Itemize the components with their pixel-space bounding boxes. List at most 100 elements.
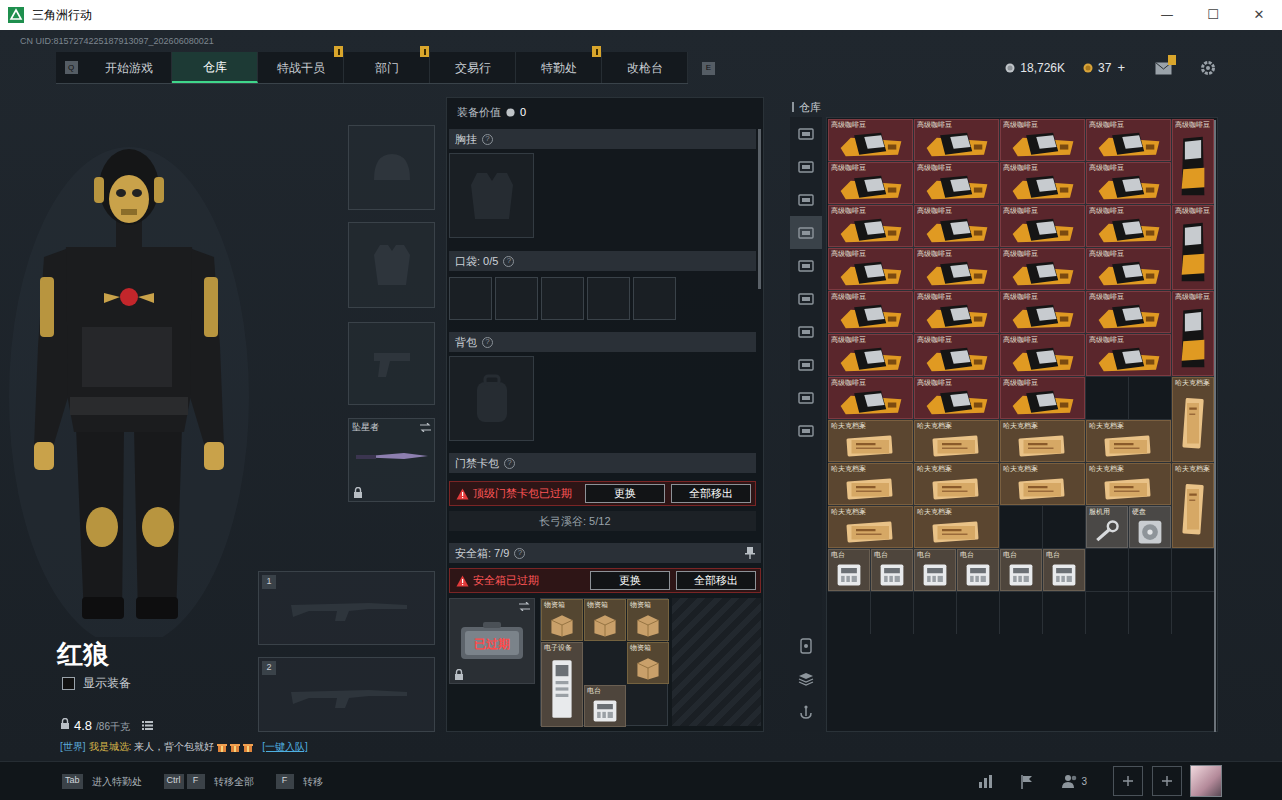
inventory-item[interactable]: 哈夫克档案 [1000,463,1085,505]
inventory-item[interactable]: 高级咖啡豆 [828,377,913,419]
window-control-button[interactable]: — [1144,0,1190,30]
invite-slot[interactable] [1113,766,1143,796]
help-button[interactable]: ? [482,337,493,348]
show-equipment-checkbox[interactable] [62,677,75,690]
inventory-item[interactable]: 高级咖啡豆 [914,205,999,247]
friends-button[interactable]: 3 [1062,774,1087,789]
inventory-item[interactable]: 电台 [871,549,913,591]
inventory-item[interactable]: 哈夫克档案 [914,420,999,462]
safe-case[interactable]: 已过期 [449,598,535,684]
inventory-item[interactable]: 物资箱 [627,599,669,641]
chest-rig-slot[interactable] [449,153,534,238]
weight-list-icon[interactable] [142,721,153,732]
inventory-item[interactable]: 哈夫克档案 [1000,420,1085,462]
inventory-item[interactable]: 高级咖啡豆 [1086,334,1171,376]
nav-tab[interactable]: 部门 [344,52,430,83]
warehouse-tab[interactable] [790,216,822,249]
next-key-hint[interactable]: E [702,62,715,75]
inventory-item[interactable]: 高级咖啡豆 [828,205,913,247]
player-avatar[interactable] [1190,765,1222,797]
inventory-item[interactable]: 物资箱 [541,599,583,641]
nav-tab[interactable]: 开始游戏 [86,52,172,83]
inventory-item[interactable]: 高级咖啡豆 [1086,205,1171,247]
inventory-item[interactable]: 哈夫克档案 [1086,420,1171,462]
nav-tab[interactable]: 仓库 [172,52,258,83]
join-team-link[interactable]: [一键入队] [262,739,308,754]
warehouse-tab[interactable] [790,150,822,183]
window-control-button[interactable]: ✕ [1236,0,1282,30]
swap-icon[interactable] [420,423,431,432]
inventory-item[interactable]: 高级咖啡豆 [914,248,999,290]
secondary-weapon-slot[interactable]: 2 [258,657,435,732]
nav-tab[interactable]: 改枪台 [602,52,688,83]
nav-tab[interactable]: 特战干员 [258,52,344,83]
mail-button[interactable] [1155,62,1172,75]
inventory-item[interactable]: 高级咖啡豆 [1172,291,1214,376]
inventory-item[interactable]: 电台 [584,685,626,727]
inventory-item[interactable]: 电台 [1000,549,1042,591]
inventory-item[interactable]: 高级咖啡豆 [828,248,913,290]
inventory-item[interactable]: 高级咖啡豆 [828,119,913,161]
chat-sender[interactable]: 我是城选: [89,739,132,754]
replace-button[interactable]: 更换 [590,571,670,590]
window-control-button[interactable]: ☐ [1190,0,1236,30]
inventory-item[interactable]: 电台 [1043,549,1085,591]
armor-slot[interactable] [348,222,435,308]
storage-icon[interactable] [790,629,822,662]
scrollbar[interactable] [758,126,761,531]
pistol-slot[interactable] [348,322,435,405]
invite-slot[interactable] [1152,766,1182,796]
warehouse-tab[interactable] [790,117,822,150]
shortcut-hint[interactable]: CtrlF转移全部 [164,774,254,789]
melee-slot[interactable]: 坠星者 [348,418,435,502]
inventory-item[interactable]: 高级咖啡豆 [1000,205,1085,247]
backpack-slot[interactable] [449,356,534,441]
show-equipment-toggle[interactable]: 显示装备 [0,671,258,695]
nav-tab[interactable]: 特勤处 [516,52,602,83]
swap-icon[interactable] [519,602,530,611]
help-button[interactable]: ? [482,134,493,145]
inventory-item[interactable]: 哈夫克档案 [914,506,999,548]
inventory-item[interactable]: 哈夫克档案 [1172,377,1214,462]
help-button[interactable]: ? [503,256,514,267]
inventory-item[interactable]: 哈夫克档案 [828,463,913,505]
inventory-item[interactable]: 哈夫克档案 [1172,463,1214,548]
nav-tab[interactable]: 交易行 [430,52,516,83]
inventory-item[interactable]: 物资箱 [584,599,626,641]
inventory-item[interactable]: 高级咖啡豆 [914,291,999,333]
inventory-item[interactable]: 电台 [957,549,999,591]
helmet-slot[interactable] [348,125,435,210]
pocket-slot[interactable] [495,277,538,320]
warehouse-tab[interactable] [790,282,822,315]
inventory-item[interactable]: 哈夫克档案 [828,506,913,548]
inventory-item[interactable]: 高级咖啡豆 [1000,248,1085,290]
inventory-item[interactable]: 高级咖啡豆 [914,119,999,161]
warehouse-tab[interactable] [790,183,822,216]
help-button[interactable]: ? [504,458,515,469]
inventory-item[interactable]: 电台 [828,549,870,591]
replace-button[interactable]: 更换 [585,484,665,503]
shortcut-hint[interactable]: F转移 [276,774,323,789]
inventory-item[interactable]: 哈夫克档案 [914,463,999,505]
add-gold-button[interactable]: + [1117,58,1125,78]
inventory-item[interactable]: 高级咖啡豆 [914,377,999,419]
inventory-item[interactable]: 高级咖啡豆 [1172,205,1214,290]
warehouse-scrollbar[interactable] [1214,120,1216,732]
inventory-item[interactable]: 电子设备 [541,642,583,727]
shortcut-hint[interactable]: Tab进入特勤处 [62,774,142,789]
layers-icon[interactable] [790,662,822,695]
pocket-slot[interactable] [587,277,630,320]
inventory-item[interactable]: 物资箱 [627,642,669,684]
warehouse-tab[interactable] [790,249,822,282]
inventory-item[interactable]: 高级咖啡豆 [1000,119,1085,161]
stats-icon[interactable] [978,774,994,788]
inventory-item[interactable]: 高级咖啡豆 [914,162,999,204]
inventory-item[interactable]: 电台 [914,549,956,591]
inventory-item[interactable]: 服机用 [1086,506,1128,548]
remove-all-button[interactable]: 全部移出 [671,484,751,503]
inventory-item[interactable]: 高级咖啡豆 [828,334,913,376]
warehouse-tab[interactable] [790,414,822,447]
warehouse-tab[interactable] [790,348,822,381]
inventory-item[interactable]: 哈夫克档案 [828,420,913,462]
prev-key-hint[interactable]: Q [65,61,78,74]
